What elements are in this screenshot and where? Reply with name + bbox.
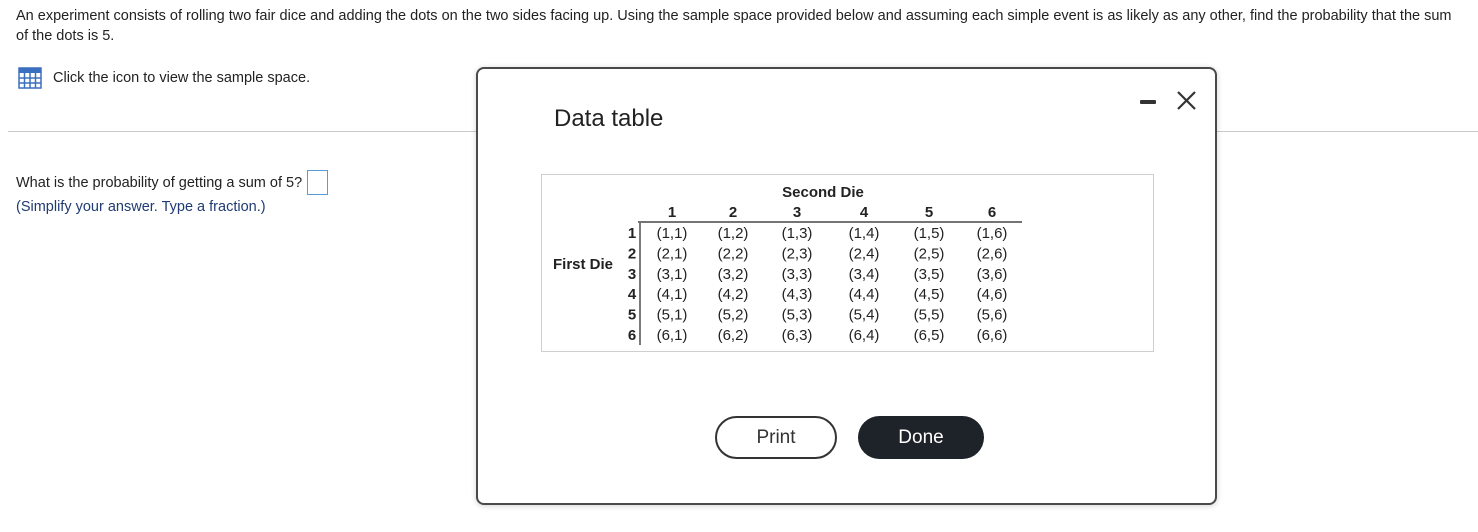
table-cell: (5,2) xyxy=(718,307,749,324)
sample-space-grid: Second Die 1 2 3 4 5 6 First Die 1 2 3 4 5 6 (1,1) (1,2… xyxy=(553,184,1022,345)
sample-space-link-text[interactable]: Click the icon to view the sample space. xyxy=(53,70,310,86)
table-cell: (1,2) xyxy=(718,225,749,242)
table-cell: (4,2) xyxy=(718,286,749,303)
table-cell: (4,5) xyxy=(914,286,945,303)
sample-space-table: Second Die 1 2 3 4 5 6 First Die 1 2 3 4 5 6 (1,1) (1,2… xyxy=(541,174,1154,352)
table-cell: (1,3) xyxy=(782,225,813,242)
data-table-dialog: Data table Second Die 1 2 3 4 5 6 First Die 1 2 3 4… xyxy=(476,67,1217,505)
table-cell: (6,5) xyxy=(914,327,945,344)
table-cell: (4,1) xyxy=(657,286,688,303)
table-cell: (3,5) xyxy=(914,266,945,283)
question-prompt: What is the probability of getting a sum… xyxy=(16,174,303,191)
row-header: 4 xyxy=(628,286,637,303)
problem-statement: An experiment consists of rolling two fa… xyxy=(16,8,1452,44)
close-icon[interactable] xyxy=(1175,89,1199,113)
table-cell: (2,1) xyxy=(657,245,688,262)
table-cell: (2,3) xyxy=(782,245,813,262)
answer-hint: (Simplify your answer. Type a fraction.) xyxy=(16,199,266,215)
column-group-label: Second Die xyxy=(782,184,864,201)
table-cell: (1,4) xyxy=(849,225,880,242)
table-cell: (4,3) xyxy=(782,286,813,303)
column-header: 5 xyxy=(925,204,933,221)
table-cell: (4,6) xyxy=(977,286,1008,303)
table-cell: (2,4) xyxy=(849,245,880,262)
table-cell: (1,5) xyxy=(914,225,945,242)
column-header: 1 xyxy=(668,204,676,221)
table-cell: (3,6) xyxy=(977,266,1008,283)
table-cell: (1,6) xyxy=(977,225,1008,242)
table-cell: (6,3) xyxy=(782,327,813,344)
table-cell: (3,3) xyxy=(782,266,813,283)
table-cell: (4,4) xyxy=(849,286,880,303)
dialog-title: Data table xyxy=(554,105,664,132)
answer-input[interactable] xyxy=(307,170,329,195)
row-header: 2 xyxy=(628,245,636,262)
table-grid-icon[interactable] xyxy=(18,67,42,89)
table-cell: (6,1) xyxy=(657,327,688,344)
column-header: 2 xyxy=(729,204,737,221)
table-cell: (6,2) xyxy=(718,327,749,344)
row-header: 1 xyxy=(628,225,636,242)
column-header: 4 xyxy=(860,204,869,221)
row-header: 6 xyxy=(628,327,636,344)
done-button[interactable]: Done xyxy=(858,416,984,459)
table-cell: (3,2) xyxy=(718,266,749,283)
table-cell: (2,6) xyxy=(977,245,1008,262)
table-cell: (5,1) xyxy=(657,307,688,324)
minimize-icon[interactable] xyxy=(1138,89,1162,113)
question-block: What is the probability of getting a sum… xyxy=(16,170,329,219)
sample-space-link[interactable]: Click the icon to view the sample space. xyxy=(18,67,310,89)
table-cell: (2,2) xyxy=(718,245,749,262)
table-cell: (5,5) xyxy=(914,307,945,324)
table-cell: (6,6) xyxy=(977,327,1008,344)
table-cell: (3,1) xyxy=(657,266,688,283)
table-cell: (6,4) xyxy=(849,327,880,344)
print-button[interactable]: Print xyxy=(715,416,837,459)
column-header: 6 xyxy=(988,204,996,221)
column-header: 3 xyxy=(793,204,801,221)
table-cell: (3,4) xyxy=(849,266,880,283)
table-cell: (5,4) xyxy=(849,307,880,324)
table-cell: (5,3) xyxy=(782,307,813,324)
table-cell: (2,5) xyxy=(914,245,945,262)
row-header: 5 xyxy=(628,307,636,324)
table-cell: (5,6) xyxy=(977,307,1008,324)
row-header: 3 xyxy=(628,266,636,283)
table-cell: (1,1) xyxy=(657,225,688,242)
row-group-label: First Die xyxy=(553,256,613,273)
